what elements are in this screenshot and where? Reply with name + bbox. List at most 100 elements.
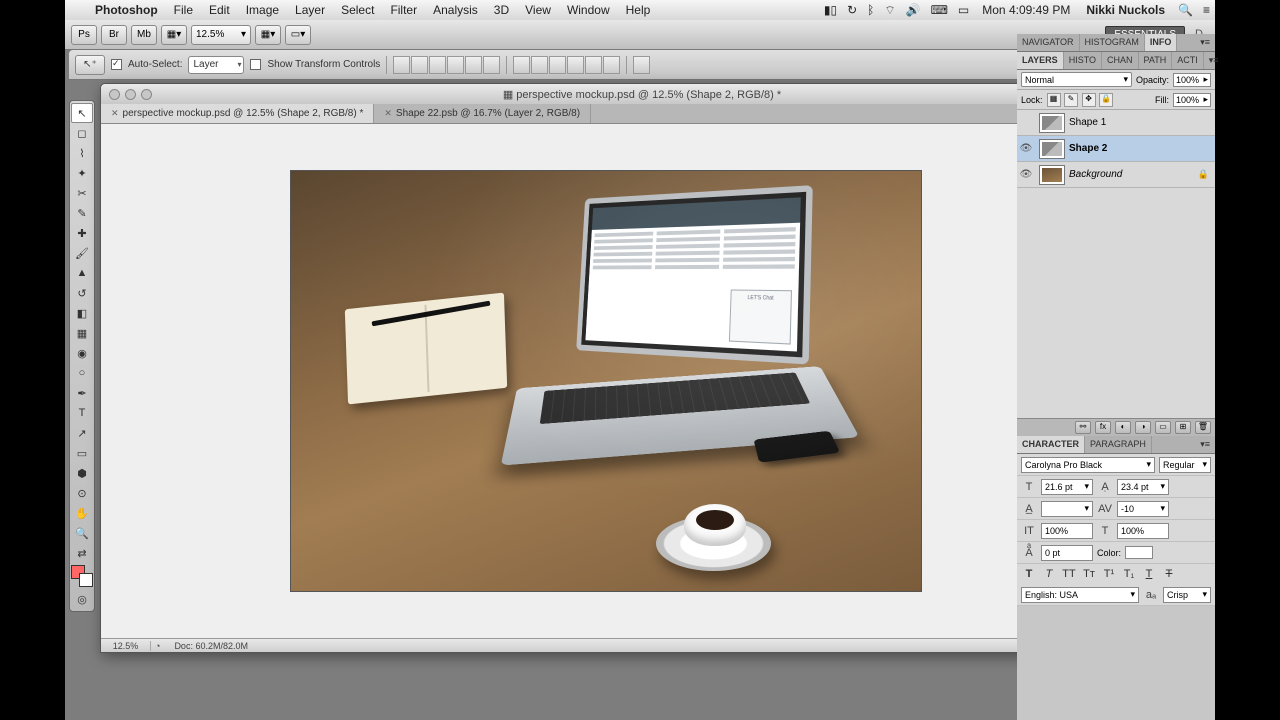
lasso-tool[interactable]: ⌇ [71,143,93,163]
notification-icon[interactable]: ≡ [1198,3,1215,17]
clock[interactable]: Mon 4:09:49 PM [974,3,1078,17]
lock-all[interactable]: 🔒 [1099,93,1113,107]
font-size-field[interactable]: 21.6 pt▾ [1041,479,1093,495]
align-top[interactable] [393,56,410,74]
superscript-button[interactable]: T¹ [1101,568,1117,580]
visibility-toggle[interactable]: 👁 [1017,143,1035,154]
opacity-field[interactable]: 100%▸ [1173,73,1211,87]
volume-icon[interactable]: 🔊 [901,3,926,17]
color-swatches[interactable] [71,565,93,587]
display-icon[interactable]: ▭ [953,3,974,17]
lock-pixels[interactable]: ✎ [1064,93,1078,107]
crop-tool[interactable]: ✂ [71,183,93,203]
leading-field[interactable]: 23.4 pt▾ [1117,479,1169,495]
vscale-field[interactable]: 100% [1041,523,1093,539]
menu-help[interactable]: Help [618,3,659,17]
close-tab-icon[interactable]: ✕ [111,108,119,119]
align-vmid[interactable] [411,56,428,74]
blur-tool[interactable]: ◉ [71,343,93,363]
zoom-tool[interactable]: 🔍 [71,523,93,543]
canvas[interactable]: LET'S Chat [101,124,1110,638]
close-window[interactable] [109,89,120,100]
hand-tool[interactable]: ✋ [71,503,93,523]
tab-histogram[interactable]: HISTOGRAM [1080,34,1145,51]
shape-tool[interactable]: ▭ [71,443,93,463]
pen-tool[interactable]: ✒ [71,383,93,403]
arrange-button[interactable]: ▦▾ [255,25,281,45]
spotlight-icon[interactable]: 🔍 [1173,3,1198,17]
dist-right[interactable] [603,56,620,74]
menu-filter[interactable]: Filter [382,3,425,17]
align-right[interactable] [483,56,500,74]
mask-icon[interactable]: ◐ [1115,421,1131,434]
kerning-field[interactable]: ▾ [1041,501,1093,517]
status-zoom[interactable]: 12.5% [101,641,151,651]
menu-3d[interactable]: 3D [486,3,517,17]
dist-hmid[interactable] [585,56,602,74]
menu-select[interactable]: Select [333,3,382,17]
menu-file[interactable]: File [166,3,201,17]
baseline-field[interactable]: 0 pt [1041,545,1093,561]
group-icon[interactable]: ▭ [1155,421,1171,434]
blend-mode-select[interactable]: Normal▾ [1021,72,1132,87]
wifi-icon[interactable]: ⌔ [879,3,900,18]
layer-row[interactable]: 👁 Shape 2 [1017,136,1215,162]
menu-image[interactable]: Image [238,3,287,17]
text-color-swatch[interactable] [1125,546,1153,559]
menu-analysis[interactable]: Analysis [425,3,486,17]
ps-icon[interactable]: Ps [71,25,97,45]
tab-layers[interactable]: LAYERS [1017,52,1064,69]
dodge-tool[interactable]: ○ [71,363,93,383]
trash-icon[interactable]: 🗑 [1195,421,1211,434]
hscale-field[interactable]: 100% [1117,523,1169,539]
tab-paragraph[interactable]: PARAGRAPH [1085,436,1152,453]
tracking-field[interactable]: -10▾ [1117,501,1169,517]
menu-view[interactable]: View [517,3,559,17]
path-tool[interactable]: ↗ [71,423,93,443]
visibility-toggle[interactable]: 👁 [1017,169,1035,180]
menu-window[interactable]: Window [559,3,618,17]
battery-icon[interactable]: ▮▯ [819,3,842,17]
autoselect-checkbox[interactable] [111,59,122,70]
bluetooth-icon[interactable]: ᛒ [862,3,879,17]
tab-actions[interactable]: ACTI [1172,52,1204,69]
tab-channels[interactable]: CHAN [1102,52,1139,69]
minibridge-icon[interactable]: Mb [131,25,157,45]
allcaps-button[interactable]: TT [1061,568,1077,580]
eraser-tool[interactable]: ◧ [71,303,93,323]
dist-vmid[interactable] [531,56,548,74]
view-extras-button[interactable]: ▦▾ [161,25,187,45]
bold-button[interactable]: T [1021,568,1037,580]
layer-thumb[interactable] [1039,139,1065,159]
swap-colors-icon[interactable]: ⇄ [71,543,93,563]
zoom-window[interactable] [141,89,152,100]
type-tool[interactable]: T [71,403,93,423]
autoalign[interactable] [633,56,650,74]
layer-thumb[interactable] [1039,165,1065,185]
panel-menu-icon[interactable]: ▾≡ [1195,34,1215,51]
doc-tab-1[interactable]: ✕perspective mockup.psd @ 12.5% (Shape 2… [101,104,374,123]
bridge-icon[interactable]: Br [101,25,127,45]
status-docinfo[interactable]: Doc: 60.2M/82.0M [164,641,1114,651]
tab-paths[interactable]: PATH [1139,52,1173,69]
layer-row[interactable]: 👁 Background 🔒 [1017,162,1215,188]
brush-tool[interactable]: 🖌 [71,243,93,263]
panel-menu-icon[interactable]: ▾≡ [1204,52,1224,69]
layer-row[interactable]: Shape 1 [1017,110,1215,136]
move-tool-icon[interactable]: ↖⁺ [75,55,105,75]
underline-button[interactable]: T [1141,568,1157,580]
layer-name[interactable]: Background [1069,169,1122,180]
subscript-button[interactable]: T₁ [1121,568,1137,580]
fx-icon[interactable]: fx [1095,421,1111,434]
dist-left[interactable] [567,56,584,74]
antialias-select[interactable]: Crisp▾ [1163,587,1211,603]
doc-tab-2[interactable]: ✕Shape 22.psb @ 16.7% (Layer 2, RGB/8) [374,104,591,123]
minimize-window[interactable] [125,89,136,100]
dist-bottom[interactable] [549,56,566,74]
menu-layer[interactable]: Layer [287,3,333,17]
heal-tool[interactable]: ✚ [71,223,93,243]
tab-character[interactable]: CHARACTER [1017,436,1085,453]
move-tool[interactable]: ↖ [71,103,93,123]
history-tool[interactable]: ↺ [71,283,93,303]
tab-history[interactable]: HISTO [1064,52,1102,69]
